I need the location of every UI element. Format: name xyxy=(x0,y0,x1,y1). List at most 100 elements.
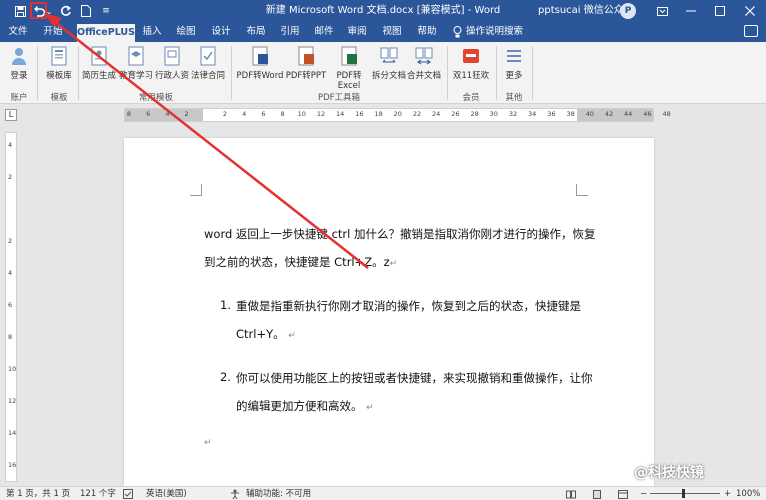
merge-document-label: 合并文档 xyxy=(406,71,441,81)
ruler-tick-label: 16 xyxy=(355,110,364,118)
split-icon xyxy=(380,47,398,63)
ribbon-display-icon[interactable] xyxy=(648,0,676,22)
ruler-tick-label: 34 xyxy=(528,110,537,118)
word-count[interactable]: 121 个字 xyxy=(80,487,116,500)
tab-officeplus[interactable]: OfficePLUS xyxy=(77,24,135,42)
merge-icon xyxy=(415,47,433,65)
minimize-icon[interactable] xyxy=(677,0,705,22)
maximize-icon[interactable] xyxy=(706,0,734,22)
paragraph-line[interactable]: 到之前的状态，快捷键是 Ctrl+Z。z↵ xyxy=(204,254,397,270)
crop-mark-top-right xyxy=(576,184,588,196)
promo-button[interactable]: 双11狂欢 xyxy=(450,46,492,81)
tab-insert[interactable]: 插入 xyxy=(138,22,166,42)
education-button[interactable]: 教育学习 xyxy=(119,46,153,81)
accessibility-status[interactable]: 辅助功能: 不可用 xyxy=(246,487,311,500)
tab-review[interactable]: 审阅 xyxy=(343,22,371,42)
resume-button[interactable]: 简历生成 xyxy=(82,46,116,81)
ruler-left-margin xyxy=(125,109,203,121)
list-item-line[interactable]: 你可以使用功能区上的按钮或者快捷键，来实现撤销和重做操作，让你 xyxy=(236,370,593,386)
list-item-line[interactable]: 重做是指重新执行你刚才取消的操作，恢复到之后的状态，快捷键是 xyxy=(236,298,581,314)
empty-paragraph[interactable]: ↵ xyxy=(204,434,212,448)
pdf-to-ppt-button[interactable]: PDF转PPT xyxy=(285,46,327,81)
admin-icon xyxy=(164,46,180,66)
tell-me-search[interactable]: 操作说明搜索 xyxy=(466,22,530,42)
ruler-tick-label: 30 xyxy=(489,110,498,118)
more-button[interactable]: 更多 xyxy=(500,46,528,81)
page-count[interactable]: 第 1 页，共 1 页 xyxy=(6,487,70,500)
avatar[interactable]: P xyxy=(620,3,636,19)
ruler-tick-label: 2 xyxy=(222,110,228,118)
ruler-tick-label: 14 xyxy=(336,110,345,118)
group-member: 会员 xyxy=(462,93,480,103)
zoom-slider[interactable] xyxy=(650,493,720,494)
comments-icon[interactable] xyxy=(744,25,758,37)
web-layout-icon[interactable] xyxy=(618,487,628,500)
redo-icon[interactable] xyxy=(57,0,75,22)
zoom-in-icon[interactable]: + xyxy=(724,487,731,500)
ruler-tick-label: 4 xyxy=(165,110,170,118)
merge-document-button[interactable]: 合并文档 xyxy=(406,46,442,81)
zoom-slider-thumb[interactable] xyxy=(682,489,685,498)
template-library-button[interactable]: 模板库 xyxy=(44,46,74,81)
ribbon: 登录 模板库 简历生成 教育学习 行政人资 法律合同 PDF转Word PDF转… xyxy=(0,42,766,104)
ruler-tick-label: 36 xyxy=(547,110,556,118)
tab-draw[interactable]: 绘图 xyxy=(172,22,200,42)
vertical-ruler-tick-label: 4 xyxy=(8,269,13,277)
group-template: 模板 xyxy=(50,93,68,103)
list-number: 1. xyxy=(220,298,231,312)
admin-hr-button[interactable]: 行政人资 xyxy=(155,46,189,81)
ruler-tick-label: 24 xyxy=(432,110,441,118)
read-mode-icon[interactable] xyxy=(566,487,576,500)
legal-icon xyxy=(200,46,216,66)
ruler-tick-label: 40 xyxy=(585,110,594,118)
tab-help[interactable]: 帮助 xyxy=(413,22,441,42)
accessibility-icon xyxy=(230,487,240,500)
tab-design[interactable]: 设计 xyxy=(207,22,235,42)
tab-view[interactable]: 视图 xyxy=(378,22,406,42)
pdf-to-excel-button[interactable]: PDF转Excel xyxy=(326,46,372,91)
ruler-tick-label: 12 xyxy=(316,110,326,118)
ruler-tick-label: 20 xyxy=(393,110,402,118)
promo-icon xyxy=(463,49,479,63)
split-document-label: 拆分文档 xyxy=(372,71,407,81)
ruler-tick-label: 22 xyxy=(412,110,422,118)
close-icon[interactable] xyxy=(736,0,764,22)
paragraph-line[interactable]: word 返回上一步快捷键 ctrl 加什么？撤销是指取消你刚才进行的操作，恢复 xyxy=(204,226,596,242)
proofing-icon[interactable] xyxy=(123,487,133,500)
tab-layout[interactable]: 布局 xyxy=(242,22,270,42)
document-page[interactable]: word 返回上一步快捷键 ctrl 加什么？撤销是指取消你刚才进行的操作，恢复… xyxy=(124,138,654,486)
pdf-ppt-icon xyxy=(298,46,314,66)
list-item-line[interactable]: 的编辑更加方便和高效。 ↵ xyxy=(236,398,374,414)
vertical-ruler[interactable]: 4 2 2 4 6 8 10 12 14 16 xyxy=(5,132,17,482)
tab-home[interactable]: 开始 xyxy=(38,22,68,42)
tab-file[interactable]: 文件 xyxy=(4,22,32,42)
language[interactable]: 英语(美国) xyxy=(146,487,187,500)
pdf-excel-icon xyxy=(341,46,357,66)
zoom-level[interactable]: 100% xyxy=(736,487,760,500)
customize-qat-icon[interactable]: ≡ xyxy=(97,0,115,22)
group-pdf-tools: PDF工具箱 xyxy=(317,93,361,103)
new-document-icon[interactable] xyxy=(77,0,95,22)
education-icon xyxy=(128,46,144,66)
legal-contract-button[interactable]: 法律合同 xyxy=(191,46,225,81)
pdf-to-word-button[interactable]: PDF转Word xyxy=(236,46,284,81)
pdf-word-icon xyxy=(252,46,268,66)
login-button[interactable]: 登录 xyxy=(4,46,34,81)
zoom-out-icon[interactable]: − xyxy=(640,487,647,500)
save-icon[interactable] xyxy=(11,0,29,22)
ruler-tick-label: 26 xyxy=(451,110,460,118)
ruler-tick-label: 18 xyxy=(374,110,383,118)
group-separator xyxy=(78,46,79,100)
tab-mailings[interactable]: 邮件 xyxy=(310,22,338,42)
tab-selector-icon[interactable]: L xyxy=(5,109,17,121)
group-other: 其他 xyxy=(505,93,523,103)
split-document-button[interactable]: 拆分文档 xyxy=(372,46,406,81)
tab-references[interactable]: 引用 xyxy=(276,22,304,42)
resume-label: 简历生成 xyxy=(82,71,117,81)
ruler-tick-label: 28 xyxy=(470,110,479,118)
print-layout-icon[interactable] xyxy=(592,487,602,500)
ruler-tick-label: 2 xyxy=(184,110,189,118)
horizontal-ruler[interactable]: 8 6 4 2 2 4 6 8 10 12 14 16 18 20 22 24 26 28 30 32 34 36 38 40… xyxy=(124,108,671,122)
vertical-ruler-tick-label: 10 xyxy=(8,365,17,373)
list-item-line[interactable]: Ctrl+Y。 ↵ xyxy=(236,326,296,342)
